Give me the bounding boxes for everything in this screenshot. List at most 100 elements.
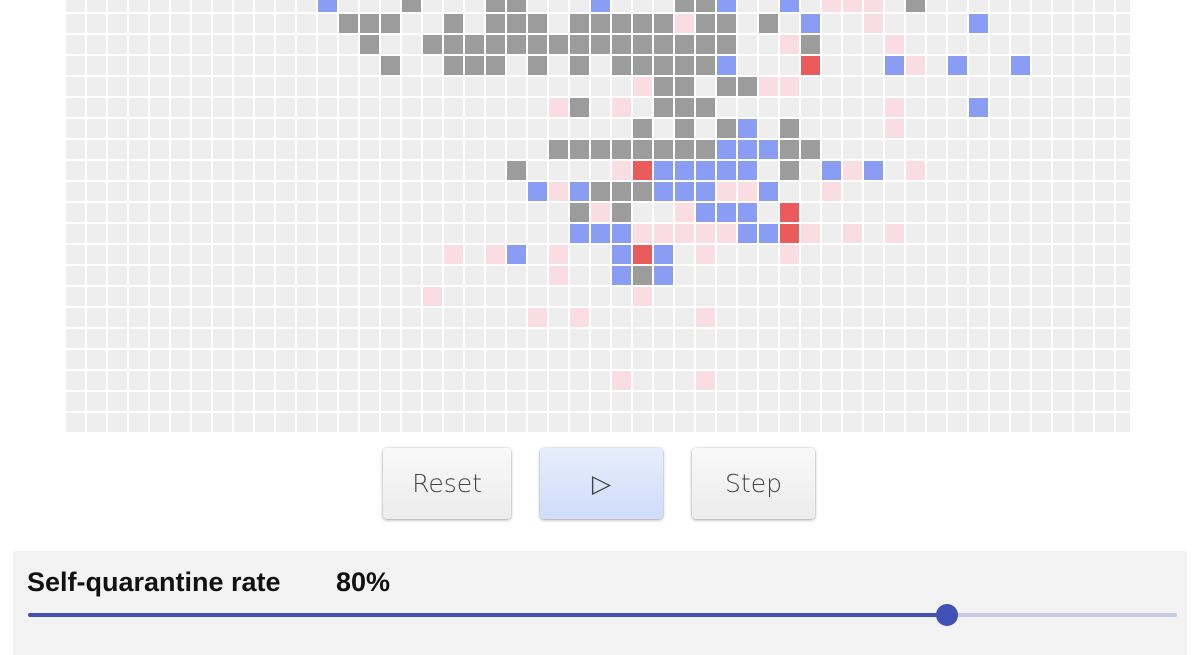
cell-blue <box>318 0 337 12</box>
cell-empty <box>1116 245 1130 264</box>
cell-empty <box>234 161 253 180</box>
cell-empty <box>507 413 526 432</box>
cell-empty <box>864 245 883 264</box>
cell-empty <box>171 35 190 54</box>
cell-empty <box>906 98 925 117</box>
cell-empty <box>801 0 820 12</box>
cell-empty <box>864 77 883 96</box>
cell-blue <box>969 98 988 117</box>
cell-empty <box>129 350 148 369</box>
cell-gray <box>549 35 568 54</box>
cell-empty <box>297 224 316 243</box>
cell-empty <box>234 329 253 348</box>
cell-empty <box>171 413 190 432</box>
cell-red <box>633 245 652 264</box>
quarantine-rate-slider[interactable] <box>28 613 1177 617</box>
slider-thumb[interactable] <box>936 604 959 626</box>
cell-empty <box>192 0 211 12</box>
cell-empty <box>696 329 715 348</box>
cell-empty <box>192 266 211 285</box>
cell-empty <box>108 14 127 33</box>
cell-empty <box>885 0 904 12</box>
cell-empty <box>339 371 358 390</box>
cell-empty <box>801 287 820 306</box>
cell-empty <box>465 182 484 201</box>
cell-empty <box>87 371 106 390</box>
cell-empty <box>969 119 988 138</box>
cell-empty <box>486 224 505 243</box>
cell-empty <box>948 224 967 243</box>
cell-empty <box>969 203 988 222</box>
cell-empty <box>66 413 85 432</box>
cell-empty <box>738 287 757 306</box>
cell-pink <box>696 371 715 390</box>
cell-empty <box>612 0 631 12</box>
cell-empty <box>381 119 400 138</box>
cell-gray <box>591 182 610 201</box>
cell-blue <box>591 224 610 243</box>
cell-empty <box>318 308 337 327</box>
cell-gray <box>633 119 652 138</box>
cell-empty <box>1011 35 1030 54</box>
cell-blue <box>654 182 673 201</box>
cell-empty <box>66 77 85 96</box>
cell-empty <box>927 224 946 243</box>
cell-gray <box>696 35 715 54</box>
cell-empty <box>234 308 253 327</box>
reset-button[interactable]: Reset <box>383 448 511 519</box>
cell-empty <box>108 119 127 138</box>
cell-empty <box>234 350 253 369</box>
cell-blue <box>801 14 820 33</box>
cell-pink <box>549 182 568 201</box>
cell-empty <box>381 245 400 264</box>
cell-empty <box>360 119 379 138</box>
cell-gray <box>486 0 505 12</box>
cell-empty <box>990 287 1009 306</box>
reset-button-label: Reset <box>412 469 482 498</box>
cell-blue <box>612 224 631 243</box>
cell-empty <box>87 140 106 159</box>
cell-empty <box>549 56 568 75</box>
cell-empty <box>1032 266 1051 285</box>
cell-empty <box>423 308 442 327</box>
cell-empty <box>675 350 694 369</box>
cell-empty <box>528 224 547 243</box>
cell-empty <box>948 266 967 285</box>
cell-pink <box>696 245 715 264</box>
cell-empty <box>360 287 379 306</box>
cell-empty <box>465 140 484 159</box>
cell-gray <box>444 14 463 33</box>
play-button[interactable]: ▷ <box>540 448 663 519</box>
cell-empty <box>276 161 295 180</box>
cell-empty <box>822 35 841 54</box>
cell-blue <box>675 161 694 180</box>
cell-empty <box>129 77 148 96</box>
cell-empty <box>843 287 862 306</box>
cell-empty <box>1116 77 1130 96</box>
cell-empty <box>654 350 673 369</box>
cell-blue <box>528 182 547 201</box>
cell-empty <box>675 329 694 348</box>
step-button[interactable]: Step <box>692 448 815 519</box>
cell-empty <box>66 14 85 33</box>
cell-empty <box>213 77 232 96</box>
cell-gray <box>444 35 463 54</box>
cell-empty <box>129 392 148 411</box>
cell-empty <box>1032 203 1051 222</box>
cell-empty <box>150 56 169 75</box>
cell-empty <box>213 371 232 390</box>
cell-empty <box>66 308 85 327</box>
cell-empty <box>423 203 442 222</box>
cell-empty <box>570 266 589 285</box>
cell-empty <box>1074 140 1093 159</box>
quarantine-rate-value: 80% <box>336 567 391 597</box>
cell-empty <box>633 98 652 117</box>
cell-empty <box>801 308 820 327</box>
cell-empty <box>570 413 589 432</box>
cell-empty <box>801 161 820 180</box>
cell-empty <box>507 203 526 222</box>
cell-empty <box>192 371 211 390</box>
cell-empty <box>66 182 85 201</box>
cell-empty <box>948 161 967 180</box>
cell-empty <box>318 245 337 264</box>
